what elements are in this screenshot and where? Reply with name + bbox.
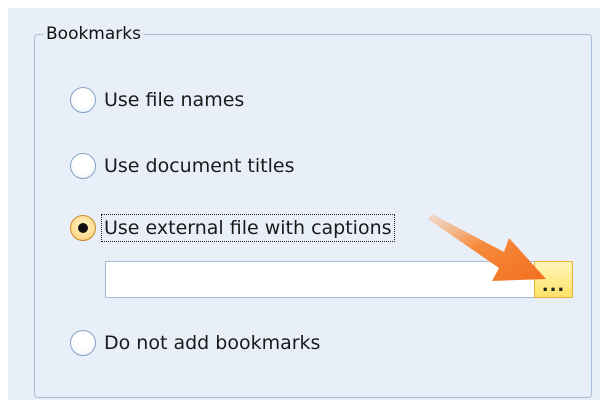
radio-button[interactable] bbox=[70, 330, 96, 356]
radio-label[interactable]: Use external file with captions bbox=[101, 214, 395, 242]
radio-label[interactable]: Do not add bookmarks bbox=[102, 330, 322, 356]
radio-button-selected[interactable] bbox=[70, 215, 96, 241]
radio-option-do-not-add-bookmarks[interactable]: Do not add bookmarks bbox=[70, 329, 322, 357]
radio-option-use-external-file[interactable]: Use external file with captions bbox=[70, 214, 395, 242]
radio-label[interactable]: Use file names bbox=[102, 87, 246, 113]
browse-button[interactable]: ... bbox=[534, 261, 573, 298]
radio-label[interactable]: Use document titles bbox=[102, 153, 296, 179]
radio-button[interactable] bbox=[70, 153, 96, 179]
bookmarks-group-title: Bookmarks bbox=[44, 20, 144, 48]
radio-option-use-document-titles[interactable]: Use document titles bbox=[70, 152, 296, 180]
radio-button[interactable] bbox=[70, 87, 96, 113]
captions-file-path-input[interactable] bbox=[105, 261, 534, 298]
radio-option-use-file-names[interactable]: Use file names bbox=[70, 86, 246, 114]
